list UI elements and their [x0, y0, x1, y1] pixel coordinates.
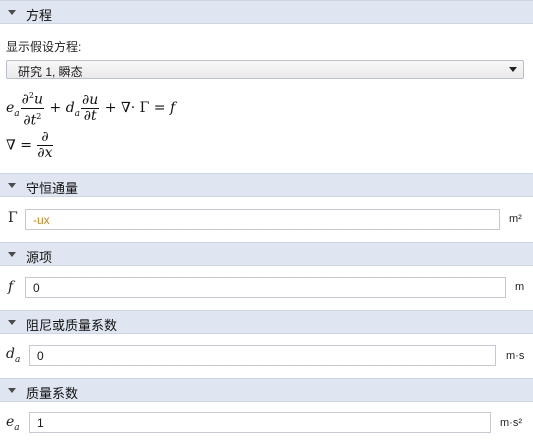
- da-input[interactable]: 0: [29, 345, 496, 366]
- study-select-value: 研究 1, 瞬态: [18, 65, 83, 79]
- section-header-source[interactable]: 源项: [0, 242, 533, 266]
- section-header-mass[interactable]: 质量系数: [0, 378, 533, 402]
- gamma-unit: m²: [509, 213, 522, 225]
- ea-unit: m·s²: [500, 417, 522, 429]
- collapse-triangle-icon[interactable]: [8, 320, 16, 325]
- section-title: 阻尼或质量系数: [26, 318, 118, 333]
- f-symbol: f: [8, 279, 14, 295]
- ea-symbol: ea: [6, 414, 20, 433]
- gamma-value: -ux: [33, 213, 50, 227]
- f-unit: m: [515, 281, 525, 293]
- da-symbol: da: [6, 346, 21, 365]
- section-header-damping[interactable]: 阻尼或质量系数: [0, 310, 533, 334]
- da-value: 0: [37, 349, 44, 363]
- equation-formula: ea ∂2u ∂t2 + da ∂u ∂t + ∇· Γ = f: [6, 88, 175, 128]
- chevron-down-icon: [509, 67, 517, 72]
- section-header-conservative-flux[interactable]: 守恒通量: [0, 173, 533, 197]
- ea-input[interactable]: 1: [29, 412, 491, 433]
- section-title: 源项: [26, 250, 53, 265]
- da-unit: m·s: [506, 350, 525, 362]
- collapse-triangle-icon[interactable]: [8, 10, 16, 15]
- section-title: 方程: [26, 8, 53, 23]
- gamma-symbol: Γ: [8, 210, 18, 226]
- show-equation-label: 显示假设方程:: [6, 40, 82, 54]
- ea-value: 1: [37, 416, 44, 430]
- nabla-formula: ∇ = ∂ ∂x: [6, 129, 53, 161]
- collapse-triangle-icon[interactable]: [8, 388, 16, 393]
- section-title: 守恒通量: [26, 181, 79, 196]
- collapse-triangle-icon[interactable]: [8, 183, 16, 188]
- section-title: 质量系数: [26, 386, 79, 401]
- section-header-equation[interactable]: 方程: [0, 0, 533, 24]
- gamma-input[interactable]: -ux: [25, 209, 500, 230]
- f-value: 0: [33, 281, 40, 295]
- f-input[interactable]: 0: [25, 277, 506, 298]
- collapse-triangle-icon[interactable]: [8, 252, 16, 257]
- study-select[interactable]: 研究 1, 瞬态: [6, 60, 524, 79]
